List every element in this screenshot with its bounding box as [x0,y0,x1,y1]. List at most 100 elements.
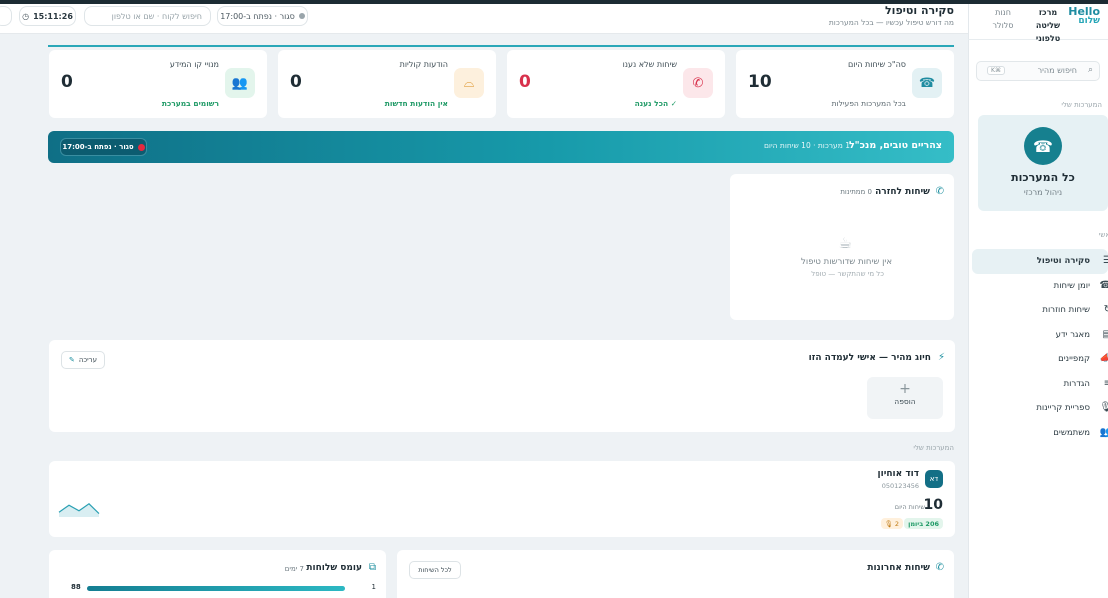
voicemail-badge-count: 2 [894,519,899,528]
sidebar-item-label: יומן שיחות [1053,280,1090,291]
lightning-icon: ⚡ [937,352,945,363]
sidebar-item-overview[interactable]: ☰ סקירה וטיפול [972,249,1108,274]
return-call-icon: ↻ [1103,304,1108,315]
greeting-text: צהריים טובים, מנכ"ל [848,140,942,151]
load-range: 7 ימים [284,565,304,573]
extension-load-panel: ⧉ עומס שלוחות 7 ימים 1 88 [49,550,386,598]
missed-call-icon: ✆ [683,68,713,98]
greeting-banner: צהריים טובים, מנכ"ל 1 מערכות · 10 שיחות … [48,131,954,163]
sidebar-item-label: קמפיינים [1058,354,1090,364]
stat-card-total-calls[interactable]: ☎ סה"כ שיחות היום 10 בכל המערכות הפעילות [736,50,954,118]
quick-search-input[interactable]: ⌕ חיפוש מהיר ⌘K [976,61,1100,81]
stat-value: 0 [290,72,302,92]
sidebar-item-return-calls[interactable]: ↻ שיחות חוזרות [972,298,1108,323]
sidebar-item-call-log[interactable]: ☎ יומן שיחות [972,274,1108,299]
sidebar-item-label: שיחות חוזרות [1042,305,1090,315]
status-pill[interactable]: סגור · נפתח ב-17:00 [217,6,308,26]
org-card-all-systems[interactable]: ☎ כל המערכות ניהול מרכזי [978,115,1108,211]
sidebar-item-voice-library[interactable]: 🎙 ספריית קריינות [972,396,1108,421]
banner-status-text: סגור · נפתח ב-17:00 [62,143,134,151]
stat-card-subscribers[interactable]: 👥 מנויי קו המידע 0 רשומים במערכת [49,50,267,118]
return-calls-panel: ✆ שיחות לחזרה 0 ממתינות ☕ אין שיחות שדור… [730,174,954,320]
load-bar-track [87,586,345,591]
clock: 15:11:26 ◷ [19,6,76,26]
accent-line [48,45,954,47]
recent-calls-panel: ✆ שיחות אחרונות לכל השיחות [397,550,954,598]
list-icon: ☰ [1103,255,1108,266]
agent-card[interactable]: דא דוד אוחיון 050123456 10 שיחות היום 20… [49,461,955,537]
logo[interactable]: Hello שלום [1068,6,1100,26]
shortcut-badge: ⌘K [987,66,1005,75]
edit-button[interactable]: עריכה ✎ [61,351,105,369]
agent-name: דוד אוחיון [877,469,919,479]
clock-icon: ◷ [22,11,30,21]
calls-sparkline [58,503,100,517]
panel-title: שיחות לחזרה [875,187,930,197]
load-bar-fill [87,586,345,591]
nav-control-center[interactable]: מרכז שליטה טלפוני [1026,6,1070,45]
panel-title: עומס שלוחות [306,563,362,573]
stat-title: שיחות שלא נענו [622,60,677,69]
nav-control-center-line1: מרכז שליטה [1035,8,1061,30]
page-subtitle: מה דורש טיפול עכשיו — בכל המערכות [828,18,954,27]
systems-caption: המערכות שלי [913,444,954,452]
app-window: Hello שלום מרכז שליטה טלפוני חנות סלולר … [0,0,1108,598]
page-title: סקירה וטיפול [885,4,954,17]
panel-title: חיוג מהיר — אישי לעמדה הזו [808,353,931,363]
nav-cell-store[interactable]: חנות סלולר [986,6,1020,32]
stat-title: הודעות קוליות [399,60,448,69]
load-row-label: 1 [371,583,376,591]
stat-footer: רשומים במערכת [161,99,219,108]
phone-icon: ☎ [1024,127,1062,165]
pending-count: 0 ממתינות [840,188,872,196]
customer-search-input[interactable]: חיפוש לקוח · שם או טלפון [84,6,211,26]
stat-value: 0 [61,72,73,92]
stat-card-voicemail[interactable]: ⌓ הודעות קוליות 0 אין הודעות חדשות [278,50,496,118]
agent-phone: 050123456 [881,482,919,490]
org-caption: המערכות שלי [1061,101,1102,109]
database-icon: ▤ [1102,328,1108,340]
panel-title: שיחות אחרונות [867,563,930,573]
phone-icon: ☎ [912,68,942,98]
logo-bottom: שלום [1078,16,1100,26]
stat-title: מנויי קו המידע [169,60,219,69]
brand-row: Hello שלום מרכז שליטה טלפוני חנות סלולר [968,4,1108,43]
sidebar-item-label: הגדרות [1063,378,1090,389]
empty-subtitle: כל מי שהתקשר — טופל [811,270,884,278]
org-sub: ניהול מרכזי [1023,188,1063,197]
sidebar-item-campaigns[interactable]: 📣 קמפיינים [972,347,1108,372]
all-calls-button[interactable]: לכל השיחות [409,561,461,579]
header-edge-button[interactable] [0,6,12,26]
voicemail-badge: 2 🎙 [880,518,903,529]
quick-dial-panel: ⚡ חיוג מהיר — אישי לעמדה הזו עריכה ✎ + ה… [49,340,955,432]
banner-status-badge[interactable]: סגור · נפתח ב-17:00 [60,138,147,156]
megaphone-icon: 📣 [1099,353,1108,364]
load-row-value: 88 [71,583,81,591]
phone-icon: ☎ [1099,279,1108,291]
coffee-icon: ☕ [838,234,852,252]
sidebar-item-users[interactable]: 👥 משתמשים [972,421,1108,446]
agent-calls-label: שיחות היום [894,503,925,511]
hierarchy-icon: ⧉ [368,562,376,573]
sidebar-item-knowledge-base[interactable]: ▤ מאגר ידע [972,323,1108,348]
nav-control-center-line2: טלפוני [1035,34,1061,43]
stat-footer: אין הודעות חדשות [384,99,448,108]
stat-card-missed-calls[interactable]: ✆ שיחות שלא נענו 0 ✓ הכל נענה [507,50,725,118]
stat-title: סה"כ שיחות היום [847,60,906,69]
add-quick-dial-button[interactable]: + הוספה [867,377,943,419]
sidebar-item-label: משתמשים [1053,427,1090,438]
org-name: כל המערכות [1011,171,1075,184]
status-dot-icon [298,13,305,19]
users-icon: 👥 [1099,426,1108,438]
greeting-meta: 1 מערכות · 10 שיחות היום [763,141,850,150]
sidebar: Hello שלום מרכז שליטה טלפוני חנות סלולר … [968,4,1108,598]
sidebar-nav: ☰ סקירה וטיפול ☎ יומן שיחות ↻ שיחות חוזר… [972,249,1108,445]
avatar: דא [925,470,943,488]
pencil-icon: ✎ [68,356,75,364]
log-badge: 206 ביומן [904,518,943,529]
status-dot-icon [137,143,145,151]
sidebar-item-settings[interactable]: ≡ הגדרות [972,372,1108,397]
voicemail-icon: ⌓ [454,68,484,98]
add-label: הוספה [894,397,916,406]
agent-calls-today: 10 [923,497,943,513]
